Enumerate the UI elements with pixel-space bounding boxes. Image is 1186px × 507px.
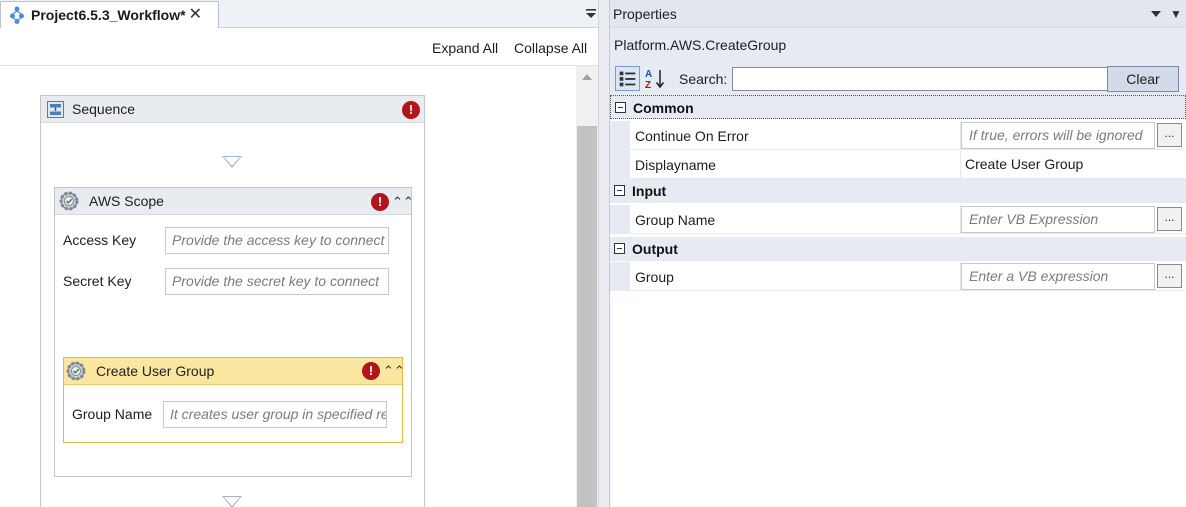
expand-all-link[interactable]: Expand All — [432, 40, 498, 56]
ellipsis-button[interactable]: ... — [1157, 123, 1182, 147]
error-icon[interactable]: ! — [362, 362, 380, 380]
vertical-scrollbar[interactable] — [576, 66, 598, 507]
group-name-expression-input[interactable]: Enter VB Expression — [961, 206, 1155, 233]
sequence-icon — [47, 100, 64, 118]
collapse-toggle-icon[interactable] — [614, 243, 625, 254]
document-tabstrip: Project6.5.3_Workflow* ✕ — [0, 0, 602, 28]
close-icon[interactable]: ✕ — [189, 7, 202, 23]
group-name-input[interactable]: It creates user group in specified regio… — [163, 401, 387, 428]
menu-dropdown-icon[interactable] — [585, 6, 597, 20]
row-gutter — [610, 262, 630, 291]
document-tab-title: Project6.5.3_Workflow* — [31, 7, 186, 23]
category-common[interactable]: Common — [610, 95, 1186, 119]
property-row[interactable]: Continue On Error If true, errors will b… — [610, 121, 1186, 150]
activity-type-label: Platform.AWS.CreateGroup — [614, 37, 787, 53]
sequence-header[interactable]: Sequence — [41, 96, 424, 123]
properties-title: Properties — [613, 6, 677, 22]
sequence-title: Sequence — [72, 101, 136, 117]
gear-activity-icon — [59, 191, 79, 211]
property-row[interactable]: Group Name Enter VB Expression ... — [610, 205, 1186, 234]
search-label: Search: — [679, 71, 728, 87]
row-gutter — [610, 150, 630, 179]
activity-type-bar: Platform.AWS.CreateGroup — [610, 27, 1186, 61]
panel-splitter[interactable] — [598, 0, 610, 507]
drop-target-icon[interactable] — [222, 496, 242, 507]
collapse-chevron-icon[interactable]: ⌃⌃ — [383, 363, 405, 379]
scrollbar-thumb[interactable] — [577, 126, 597, 507]
ellipsis-button[interactable]: ... — [1157, 264, 1182, 288]
designer-toolbar: Expand All Collapse All — [0, 28, 600, 66]
svg-text:A: A — [645, 69, 652, 80]
document-tab[interactable]: Project6.5.3_Workflow* ✕ — [0, 1, 219, 28]
properties-toolbar: A Z Search: Clear — [610, 61, 1186, 95]
property-row[interactable]: Displayname Create User Group — [610, 150, 1186, 179]
category-output[interactable]: Output — [610, 237, 1186, 261]
property-name: Group — [635, 269, 674, 285]
workflow-designer: Project6.5.3_Workflow* ✕ Expand All Coll… — [0, 0, 602, 507]
clear-button[interactable]: Clear — [1107, 66, 1179, 92]
sequence-activity[interactable]: Sequence ! AWS Scope ! ⌃⌃ Access Key Pro… — [40, 95, 425, 507]
property-name: Displayname — [635, 157, 716, 173]
collapse-chevron-icon[interactable]: ⌃⌃ — [392, 194, 414, 210]
group-expression-input[interactable]: Enter a VB expression — [961, 263, 1155, 290]
row-gutter — [610, 205, 630, 234]
access-key-label: Access Key — [63, 232, 137, 248]
workflow-icon — [10, 6, 24, 24]
aws-scope-header[interactable]: AWS Scope — [55, 188, 411, 215]
designer-canvas[interactable]: Sequence ! AWS Scope ! ⌃⌃ Access Key Pro… — [0, 66, 576, 507]
error-icon[interactable]: ! — [402, 101, 420, 119]
secret-key-input[interactable]: Provide the secret key to connect — [165, 268, 389, 295]
drop-target-icon[interactable] — [222, 156, 242, 168]
menu-dropdown-icon[interactable] — [1151, 11, 1161, 17]
property-row[interactable]: Group Enter a VB expression ... — [610, 262, 1186, 291]
categorized-icon[interactable] — [615, 66, 640, 91]
category-name: Common — [633, 100, 694, 116]
properties-titlebar: Properties ▼ — [610, 0, 1186, 27]
gear-activity-icon — [66, 361, 86, 381]
collapse-all-link[interactable]: Collapse All — [514, 40, 587, 56]
category-input[interactable]: Input — [610, 179, 1186, 203]
pin-icon[interactable]: ▼ — [1170, 7, 1182, 21]
collapse-toggle-icon[interactable] — [614, 185, 625, 196]
group-name-label: Group Name — [72, 406, 153, 422]
displayname-value[interactable]: Create User Group — [965, 156, 1083, 172]
collapse-toggle-icon[interactable] — [615, 102, 626, 113]
scroll-up-arrow-icon[interactable] — [582, 74, 592, 80]
app-window: Project6.5.3_Workflow* ✕ Expand All Coll… — [0, 0, 1186, 507]
error-icon[interactable]: ! — [371, 193, 389, 211]
svg-text:Z: Z — [645, 80, 651, 91]
aws-scope-title: AWS Scope — [89, 193, 164, 209]
properties-panel: Properties ▼ Platform.AWS.CreateGroup A … — [610, 0, 1186, 507]
property-name: Group Name — [635, 212, 716, 228]
column-divider — [960, 150, 961, 179]
category-name: Input — [632, 183, 667, 199]
ellipsis-button[interactable]: ... — [1157, 207, 1182, 231]
create-user-group-title: Create User Group — [96, 363, 215, 379]
create-user-group-header[interactable]: Create User Group — [64, 358, 402, 385]
access-key-input[interactable]: Provide the access key to connect — [165, 227, 389, 254]
property-name: Continue On Error — [635, 128, 749, 144]
secret-key-label: Secret Key — [63, 273, 132, 289]
continue-on-error-input[interactable]: If true, errors will be ignored — [961, 122, 1155, 149]
row-gutter — [610, 121, 630, 150]
category-name: Output — [632, 241, 678, 257]
create-user-group-activity[interactable]: Create User Group ! ⌃⌃ Group Name It cre… — [63, 357, 405, 443]
aws-scope-activity[interactable]: AWS Scope ! ⌃⌃ Access Key Provide the ac… — [54, 187, 414, 477]
alphabetical-sort-icon[interactable]: A Z — [643, 66, 668, 91]
search-input[interactable] — [732, 67, 1108, 91]
